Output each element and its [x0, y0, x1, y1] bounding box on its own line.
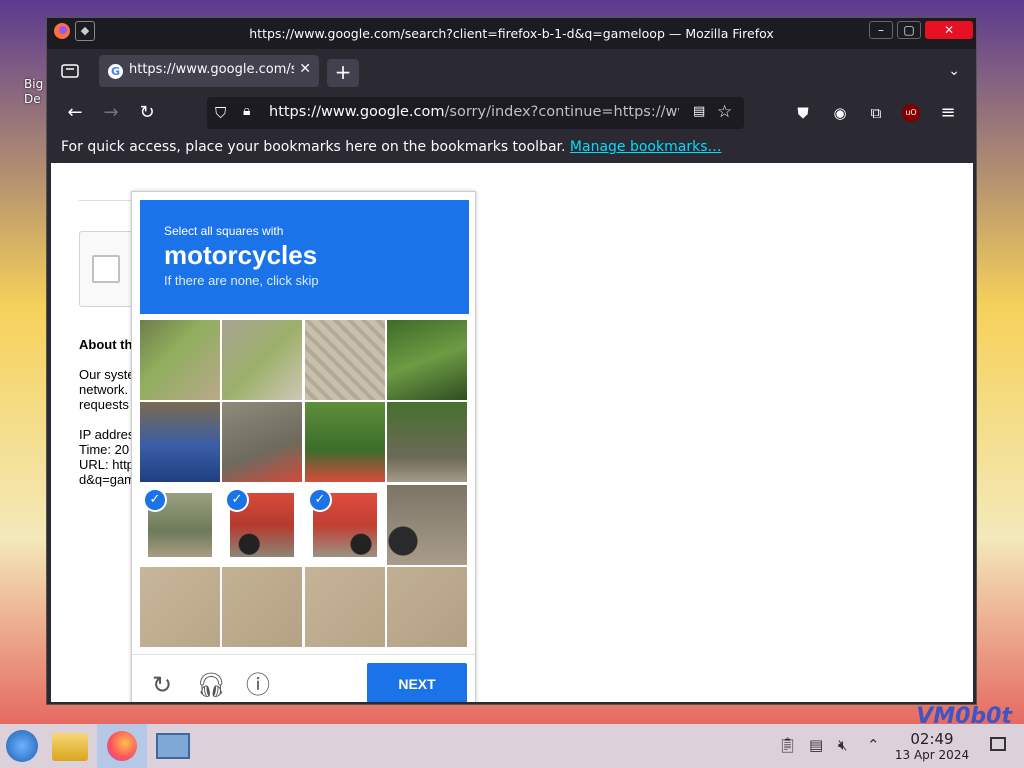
- grid-tile[interactable]: [387, 485, 467, 565]
- taskbar-firefox[interactable]: [97, 724, 147, 768]
- show-desktop-icon[interactable]: [990, 737, 1006, 751]
- firefox-window: ◆ https://www.google.com/search?client=f…: [46, 17, 977, 705]
- extensions-icon[interactable]: ⧉: [865, 102, 887, 124]
- google-favicon-icon: G: [108, 64, 123, 79]
- taskbar: 📋︎ ▤ 🔇︎ ⌃ 02:49 13 Apr 2024: [0, 724, 1024, 768]
- lock-icon[interactable]: 🔒︎: [243, 103, 250, 119]
- firefox-view-icon[interactable]: [61, 63, 79, 79]
- checkmark-icon: ✓: [143, 488, 167, 512]
- ublock-origin-icon[interactable]: uO: [902, 104, 920, 122]
- chevron-up-icon[interactable]: ⌃: [867, 736, 880, 754]
- system-monitor-icon[interactable]: [156, 733, 190, 759]
- grid-tile[interactable]: [140, 402, 220, 482]
- recaptcha-checkbox-widget: [79, 231, 139, 307]
- checkmark-icon: ✓: [225, 488, 249, 512]
- tab-title: https://www.google.com/sorry/: [129, 62, 294, 77]
- grid-tile[interactable]: [387, 402, 467, 482]
- firefox-icon: [107, 731, 137, 761]
- grid-tile-selected[interactable]: ✓: [305, 485, 385, 565]
- skip-hint: If there are none, click skip: [164, 273, 319, 288]
- reload-button[interactable]: ↻: [135, 101, 159, 125]
- target-object: motorcycles: [164, 240, 318, 270]
- manage-bookmarks-link[interactable]: Manage bookmarks…: [570, 139, 722, 155]
- bookmarks-toolbar: For quick access, place your bookmarks h…: [47, 133, 976, 163]
- about-heading: About th: [79, 337, 133, 352]
- reload-challenge-icon[interactable]: ↻: [148, 671, 176, 699]
- back-button[interactable]: ←: [63, 101, 87, 125]
- minimize-button[interactable]: –: [869, 21, 893, 39]
- bookmarks-message: For quick access, place your bookmarks h…: [61, 139, 566, 155]
- instruction-text: Select all squares with: [164, 224, 284, 238]
- audio-challenge-icon[interactable]: 🎧︎: [196, 671, 226, 699]
- desktop-icon-label[interactable]: Big De: [24, 77, 43, 107]
- grid-tile[interactable]: [222, 567, 302, 647]
- grid-tile[interactable]: [305, 320, 385, 400]
- clipboard-icon[interactable]: 📋︎: [778, 736, 797, 754]
- grid-tile-selected[interactable]: ✓: [140, 485, 220, 565]
- account-icon[interactable]: ◉: [829, 102, 851, 124]
- navigation-toolbar: ← → ↻ ⛉ 🔒︎ https://www.google.com/sorry/…: [47, 93, 976, 133]
- grid-tile[interactable]: [305, 402, 385, 482]
- tab-bar: G https://www.google.com/sorry/ ✕ + ⌄: [47, 49, 976, 93]
- notes-icon[interactable]: ▤: [809, 736, 823, 754]
- list-all-tabs-icon[interactable]: ⌄: [948, 63, 960, 79]
- grid-tile[interactable]: [222, 402, 302, 482]
- page-content: About th Our syste network. requests IP …: [51, 163, 973, 702]
- grid-tile[interactable]: [305, 567, 385, 647]
- reader-view-icon[interactable]: ▤: [693, 104, 705, 119]
- url-text: https://www.google.com/sorry/index?conti…: [269, 104, 679, 120]
- grid-tile[interactable]: [140, 567, 220, 647]
- new-tab-button[interactable]: +: [327, 59, 359, 87]
- next-button[interactable]: NEXT: [367, 663, 467, 702]
- grid-tile[interactable]: [140, 320, 220, 400]
- close-tab-icon[interactable]: ✕: [299, 61, 311, 77]
- grid-tile[interactable]: [222, 320, 302, 400]
- image-grid: ✓ ✓ ✓: [140, 320, 468, 647]
- title-bar[interactable]: ◆ https://www.google.com/search?client=f…: [47, 18, 976, 49]
- page-body-text: Our syste network. requests IP addres Ti…: [79, 367, 136, 487]
- grid-tile-selected[interactable]: ✓: [222, 485, 302, 565]
- tracking-protection-icon[interactable]: ⛉: [215, 104, 226, 122]
- pocket-icon[interactable]: ⛊: [792, 102, 814, 124]
- grid-tile[interactable]: [387, 567, 467, 647]
- recaptcha-checkbox[interactable]: [92, 255, 120, 283]
- divider: [79, 200, 139, 201]
- file-manager-icon[interactable]: [52, 733, 88, 761]
- recaptcha-footer: ↻ 🎧︎ ⓘ NEXT: [132, 654, 475, 702]
- grid-tile[interactable]: [387, 320, 467, 400]
- recaptcha-header: Select all squares with motorcycles If t…: [140, 200, 469, 314]
- recaptcha-challenge: Select all squares with motorcycles If t…: [131, 191, 476, 702]
- url-bar[interactable]: ⛉ 🔒︎ https://www.google.com/sorry/index?…: [207, 97, 744, 129]
- clock-time[interactable]: 02:49: [898, 730, 966, 748]
- mute-icon[interactable]: 🔇︎: [838, 736, 847, 754]
- start-menu-button[interactable]: [6, 730, 38, 762]
- window-title: https://www.google.com/search?client=fir…: [249, 26, 774, 41]
- info-icon[interactable]: ⓘ: [244, 671, 272, 699]
- forward-button[interactable]: →: [99, 101, 123, 125]
- tab-google-sorry[interactable]: G https://www.google.com/sorry/ ✕: [99, 55, 319, 87]
- hamburger-menu-icon[interactable]: ≡: [937, 102, 959, 124]
- close-window-button[interactable]: ✕: [925, 21, 973, 39]
- checkmark-icon: ✓: [308, 488, 332, 512]
- maximize-button[interactable]: ▢: [897, 21, 921, 39]
- bookmark-star-icon[interactable]: ☆: [717, 102, 732, 122]
- clock-date[interactable]: 13 Apr 2024: [890, 748, 974, 762]
